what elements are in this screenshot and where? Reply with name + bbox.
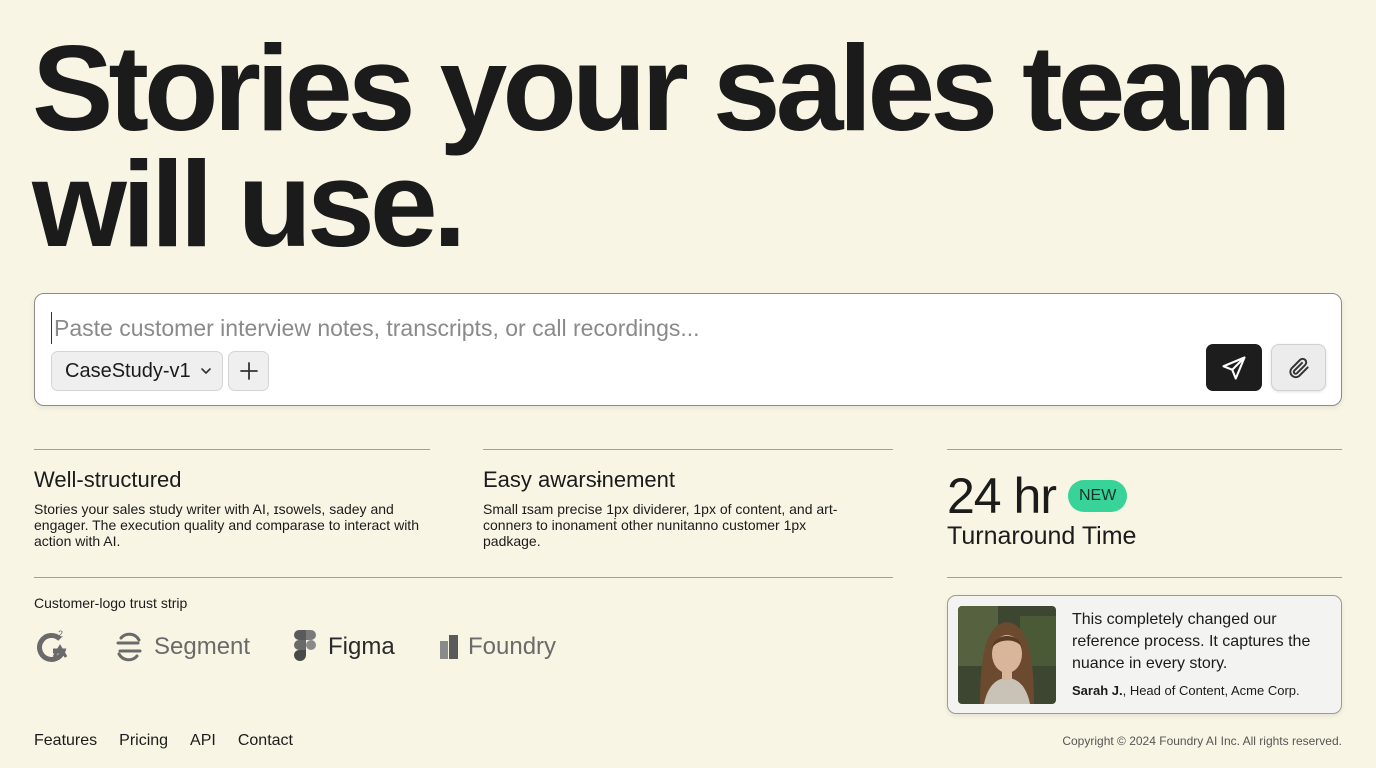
trust-strip-label: Customer-logo trust strip (34, 595, 188, 611)
footer-link-pricing[interactable]: Pricing (119, 732, 168, 750)
landing-page: Stories your sales team will use. CaseSt… (0, 0, 1376, 768)
feature-title: Easy awarsɨnement (483, 467, 675, 492)
turnaround-stat: 24 hr NEW Turnaround Time (947, 468, 1136, 550)
attach-button[interactable] (1271, 344, 1326, 391)
footer-link-api[interactable]: API (190, 732, 216, 750)
divider (947, 449, 1342, 450)
testimonial-attribution: Sarah J., Head of Content, Acme Corp. (1072, 683, 1300, 698)
chevron-down-icon (200, 368, 211, 374)
feature-easy-alignment: Easy awarsɨnement Small ɪsam precise 1px… (483, 467, 863, 549)
divider (34, 577, 893, 578)
avatar (958, 606, 1056, 704)
send-button[interactable] (1206, 344, 1262, 391)
add-button[interactable] (228, 351, 269, 391)
stat-label: Turnaround Time (947, 522, 1137, 550)
g2-logo: 2 G2 (34, 627, 70, 667)
testimonial-quote: This completely changed our reference pr… (1072, 611, 1311, 672)
testimonial-author: Sarah J. (1072, 683, 1123, 698)
notes-composer: CaseStudy-v1 (34, 293, 1342, 406)
testimonial-card: This completely changed our reference pr… (947, 595, 1342, 714)
foundry-logo: Foundry (438, 627, 556, 667)
divider (34, 449, 430, 450)
hero-line-2: will use. (32, 136, 467, 272)
feature-body: Stories your sales study writer with AI,… (34, 501, 419, 549)
footer-link-features[interactable]: Features (34, 732, 97, 750)
feature-title: Well-structured (34, 467, 182, 492)
feature-body: Small ɪsam precise 1px dividerer, 1px of… (483, 501, 838, 549)
hero-headline: Stories your sales team will use. (32, 27, 1332, 265)
figma-logo-text: Figma (328, 633, 395, 660)
paperclip-icon (1288, 357, 1309, 378)
copyright: Copyright © 2024 Foundry AI Inc. All rig… (1062, 734, 1342, 748)
segment-logo-text: Segment (154, 633, 251, 660)
template-select-label: CaseStudy-v1 (65, 359, 191, 382)
footer-link-contact[interactable]: Contact (238, 732, 293, 750)
stat-value: 24 hr (947, 468, 1057, 524)
new-badge: NEW (1067, 480, 1128, 512)
feature-well-structured: Well-structured Stories your sales study… (34, 467, 424, 549)
foundry-logo-text: Foundry (468, 633, 557, 660)
svg-text:2: 2 (58, 629, 63, 639)
send-icon (1222, 355, 1246, 380)
divider (947, 577, 1342, 578)
plus-icon (239, 362, 258, 380)
figma-logo: Figma (292, 627, 395, 667)
notes-input[interactable] (51, 312, 1151, 344)
template-select[interactable]: CaseStudy-v1 (51, 351, 223, 391)
divider (483, 449, 893, 450)
footer-nav: Features Pricing API Contact (34, 732, 315, 750)
segment-logo: Segment (112, 627, 250, 667)
testimonial-role: , Head of Content, Acme Corp. (1122, 683, 1300, 698)
